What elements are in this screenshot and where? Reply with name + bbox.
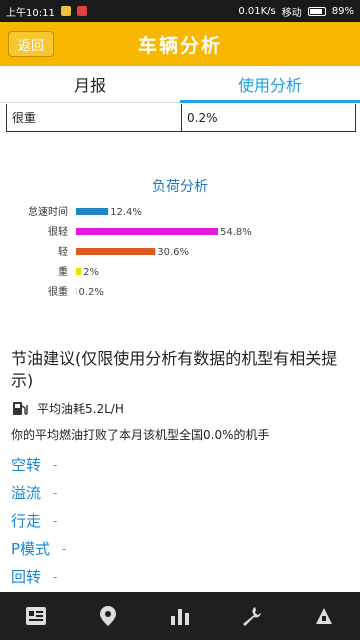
chart-value-label: 0.2%: [79, 287, 104, 298]
chart-category-label: 怠速时间: [28, 205, 68, 218]
mode-label: 溢流: [11, 484, 42, 502]
chart-bar: [76, 208, 109, 215]
nav-item-list[interactable]: [0, 592, 72, 640]
mode-value: -: [53, 513, 58, 528]
chart-title: 负荷分析: [152, 179, 208, 195]
chart-value-label: 2%: [83, 267, 99, 278]
table-row: 很重 0.2%: [6, 104, 356, 132]
mode-item-travel[interactable]: 行走 -: [11, 510, 57, 531]
chart-bar: [76, 248, 156, 255]
network-speed: 0.01K/s: [238, 5, 276, 17]
bottom-nav: [0, 592, 360, 640]
mode-value: -: [53, 569, 58, 584]
chart-category-label: 很重: [48, 285, 68, 298]
avg-fuel-line: 平均油耗5.2L/H: [11, 399, 124, 417]
fuel-advice-title: 节油建议(仅限使用分析有数据的机型有相关提示): [11, 349, 338, 390]
chart-category-label: 轻: [58, 245, 68, 258]
tab-monthly-report[interactable]: 月报: [0, 66, 180, 102]
battery-icon: [307, 6, 326, 16]
fuel-rank-text: 你的平均燃油打败了本月该机型全国0.0%的机手: [11, 428, 270, 442]
chart-category-label: 重: [58, 265, 68, 278]
mode-label: 行走: [11, 512, 42, 530]
nav-item-maintenance[interactable]: [216, 592, 288, 640]
status-bar: 上午10:11 0.01K/s 移动 89%: [0, 0, 360, 22]
fuel-pump-icon: [13, 402, 28, 415]
status-time: 上午10:11: [6, 7, 55, 19]
mode-value: -: [53, 485, 58, 500]
more-icon: [316, 608, 332, 624]
mode-item-idle[interactable]: 空转 -: [11, 454, 57, 475]
page-title: 车辆分析: [137, 34, 222, 57]
battery-level: 89%: [331, 5, 354, 17]
nav-item-location[interactable]: [72, 592, 144, 640]
nav-item-more[interactable]: [288, 592, 360, 640]
chart-category-label: 很轻: [48, 225, 68, 238]
mode-value: -: [62, 541, 67, 556]
chart-value-label: 30.6%: [157, 247, 189, 258]
location-pin-icon: [100, 606, 116, 626]
chart-bar: [76, 268, 82, 275]
status-left: 上午10:11: [6, 4, 87, 19]
app-header: 返回 车辆分析: [0, 22, 360, 66]
chart-bar: [76, 228, 218, 235]
chart-value-label: 12.4%: [110, 207, 142, 218]
nav-item-analysis[interactable]: [144, 592, 216, 640]
tab-usage-analysis[interactable]: 使用分析: [180, 66, 360, 103]
app-icon: [76, 6, 87, 16]
notification-icon: [60, 6, 71, 16]
carrier-name: 移动: [281, 7, 302, 19]
chart-bar: [76, 288, 77, 295]
list-icon: [26, 607, 46, 625]
mode-label: P模式: [11, 540, 51, 558]
mode-value: -: [53, 457, 58, 472]
tab-bar: 月报 使用分析: [0, 66, 360, 103]
table-cell-label: 很重: [7, 104, 182, 131]
back-button[interactable]: 返回: [8, 31, 54, 57]
mode-label: 回转: [11, 568, 42, 586]
bar-chart-icon: [171, 609, 189, 625]
avg-fuel-consumption: 平均油耗5.2L/H: [37, 401, 124, 416]
status-right: 0.01K/s 移动 89%: [238, 4, 354, 19]
wrench-icon: [243, 607, 261, 626]
chart-value-label: 54.8%: [220, 227, 252, 238]
mode-item-overflow[interactable]: 溢流 -: [11, 482, 57, 503]
table-cell-value: 0.2%: [187, 110, 218, 125]
mode-label: 空转: [11, 456, 42, 474]
mode-item-p-mode[interactable]: P模式 -: [11, 538, 66, 559]
mode-item-swing[interactable]: 回转 -: [11, 566, 57, 587]
load-analysis-chart: 怠速时间 12.4% 很轻 54.8% 轻 30.6% 重 2% 很重 0.2%: [28, 205, 252, 298]
